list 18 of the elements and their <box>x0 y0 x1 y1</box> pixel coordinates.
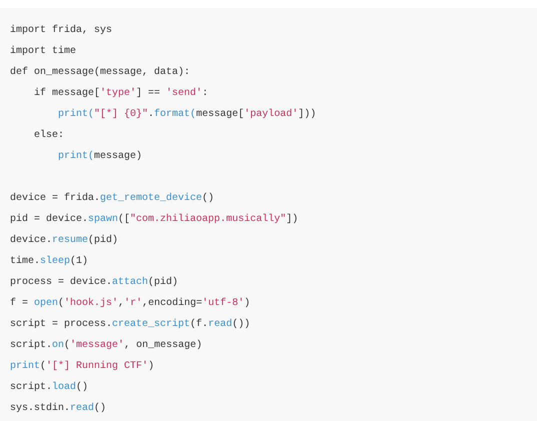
code-line: else: <box>33 128 66 143</box>
code-line: if message['type'] == 'send': <box>33 86 210 101</box>
code-line: script.on('message', on_message) <box>10 338 204 353</box>
code-line: process = device.attach(pid) <box>10 276 180 290</box>
code-line: device = frida.get_remote_device() <box>10 192 216 206</box>
code-line: import time <box>10 44 78 59</box>
code-line: sys.stdin.read() <box>10 402 108 416</box>
code-line: script.load() <box>10 380 90 395</box>
code-line: import frida, sys <box>10 24 114 38</box>
code-line: time.sleep(1) <box>10 254 90 269</box>
code-line: print('[*] Running CTF') <box>10 360 156 374</box>
code-line: pid = device.spawn(["com.zhiliaoapp.musically"]) <box>10 212 300 227</box>
code-line: script = process.create_script(f.read()) <box>10 318 252 332</box>
code-line: print("[*] {0}".format(message['payload'])) <box>57 108 318 122</box>
code-line: print(message) <box>57 150 144 164</box>
code-line: f = open('hook.js','r',encoding='utf-8') <box>10 296 252 311</box>
code-line: def on_message(message, data): <box>10 66 192 80</box>
code-line: device.resume(pid) <box>10 234 120 248</box>
